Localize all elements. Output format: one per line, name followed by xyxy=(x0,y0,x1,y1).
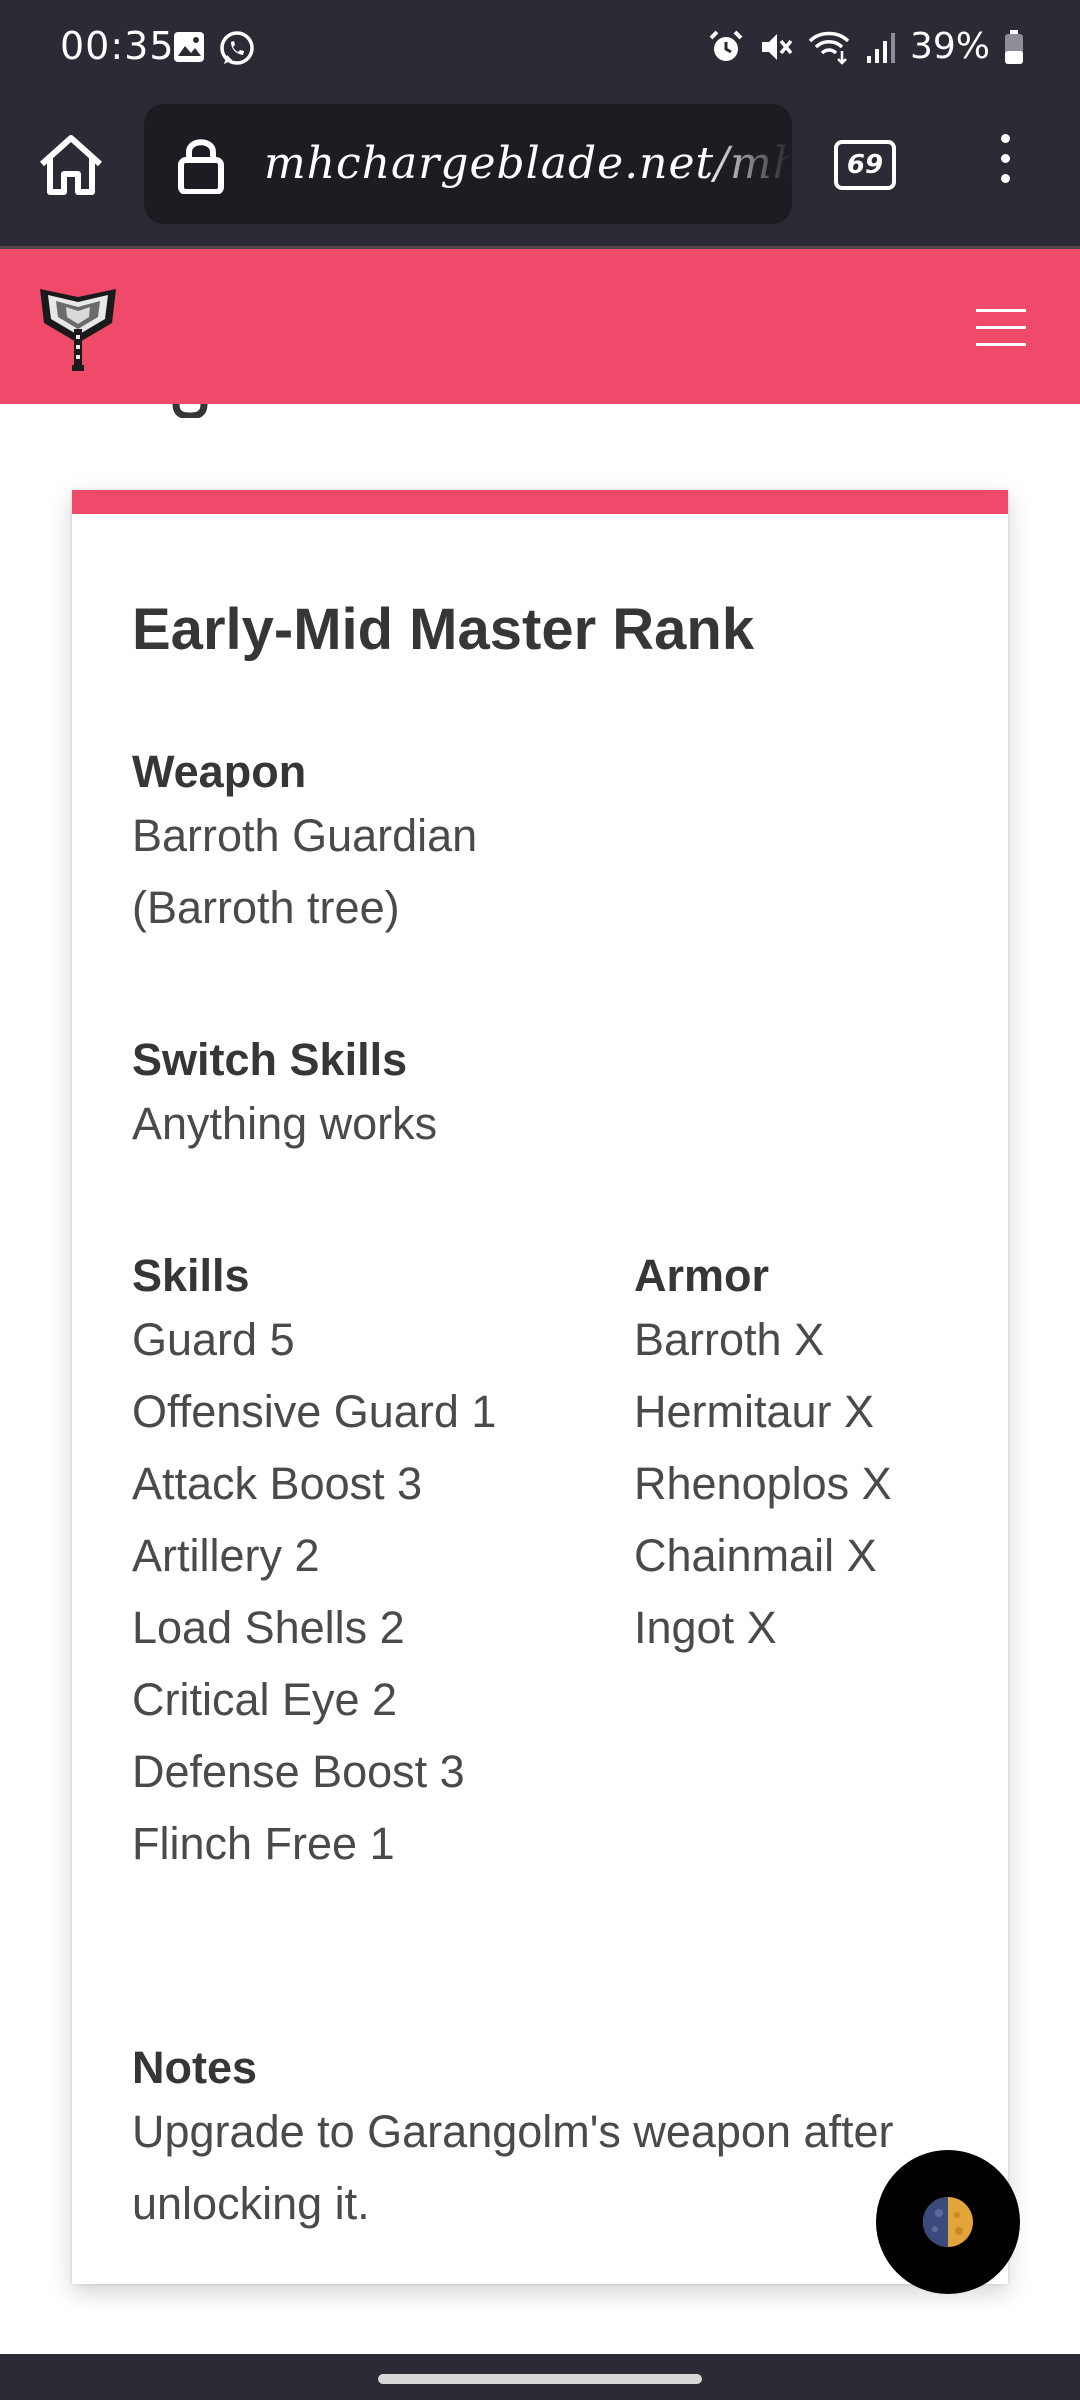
skill-item: Critical Eye 2 xyxy=(132,1674,398,1725)
armor-item: Hermitaur X xyxy=(634,1386,875,1437)
armor-item: Rhenoplos X xyxy=(634,1458,892,1509)
scrolled-heading-fragment xyxy=(132,404,332,418)
hamburger-menu-icon[interactable] xyxy=(976,309,1026,346)
status-time: 00:35 xyxy=(60,24,175,68)
home-icon[interactable] xyxy=(34,128,108,202)
weapon-tree: (Barroth tree) xyxy=(132,882,400,933)
system-navigation-bar xyxy=(0,2354,1080,2400)
signal-icon xyxy=(866,32,895,63)
status-bar: 00:35 39% xyxy=(0,0,1080,100)
mute-icon xyxy=(761,33,793,60)
moon-icon xyxy=(923,2197,973,2247)
charge-blade-logo[interactable] xyxy=(34,283,122,373)
browser-toolbar: mhchargeblade.net/mhr/ 69 xyxy=(0,100,1080,246)
armor-item: Chainmail X xyxy=(634,1530,877,1581)
notes-line: unlocking it. xyxy=(132,2178,370,2229)
browser-menu-icon[interactable] xyxy=(990,134,1020,194)
skill-item: Defense Boost 3 xyxy=(132,1746,465,1797)
skill-item: Offensive Guard 1 xyxy=(132,1386,497,1437)
weapon-label: Weapon xyxy=(132,746,307,797)
weapon-name: Barroth Guardian xyxy=(132,810,478,861)
armor-item: Barroth X xyxy=(634,1314,825,1365)
wifi-icon xyxy=(808,31,850,65)
skill-item: Guard 5 xyxy=(132,1314,295,1365)
gesture-handle[interactable] xyxy=(378,2374,702,2384)
notification-icons xyxy=(172,30,256,68)
skills-label: Skills xyxy=(132,1250,250,1301)
skill-item: Flinch Free 1 xyxy=(132,1818,395,1869)
battery-percent: 39% xyxy=(909,26,990,67)
notes-line: Upgrade to Garangolm's weapon after xyxy=(132,2106,894,2157)
dark-mode-toggle-button[interactable] xyxy=(876,2150,1020,2294)
build-card: Early-Mid Master Rank Weapon Barroth Gua… xyxy=(72,490,1008,2284)
skill-item: Load Shells 2 xyxy=(132,1602,405,1653)
armor-item: Ingot X xyxy=(634,1602,777,1653)
switch-skills-value: Anything works xyxy=(132,1098,438,1149)
battery-icon xyxy=(1005,29,1023,64)
site-header xyxy=(0,246,1080,404)
whatsapp-icon xyxy=(220,31,254,65)
skill-item: Attack Boost 3 xyxy=(132,1458,423,1509)
notes-label: Notes xyxy=(132,2042,258,2093)
card-title: Early-Mid Master Rank xyxy=(132,597,755,662)
gallery-icon xyxy=(174,32,204,62)
lock-icon xyxy=(178,139,224,194)
alarm-icon xyxy=(709,30,743,61)
switch-skills-label: Switch Skills xyxy=(132,1034,408,1085)
system-icons: 39% xyxy=(708,26,1024,67)
armor-label: Armor xyxy=(634,1250,770,1301)
skill-item: Artillery 2 xyxy=(132,1530,320,1581)
tab-switcher-button[interactable]: 69 xyxy=(834,140,896,190)
address-bar[interactable]: mhchargeblade.net/mhr/ xyxy=(144,104,792,224)
url-fade xyxy=(702,104,792,224)
